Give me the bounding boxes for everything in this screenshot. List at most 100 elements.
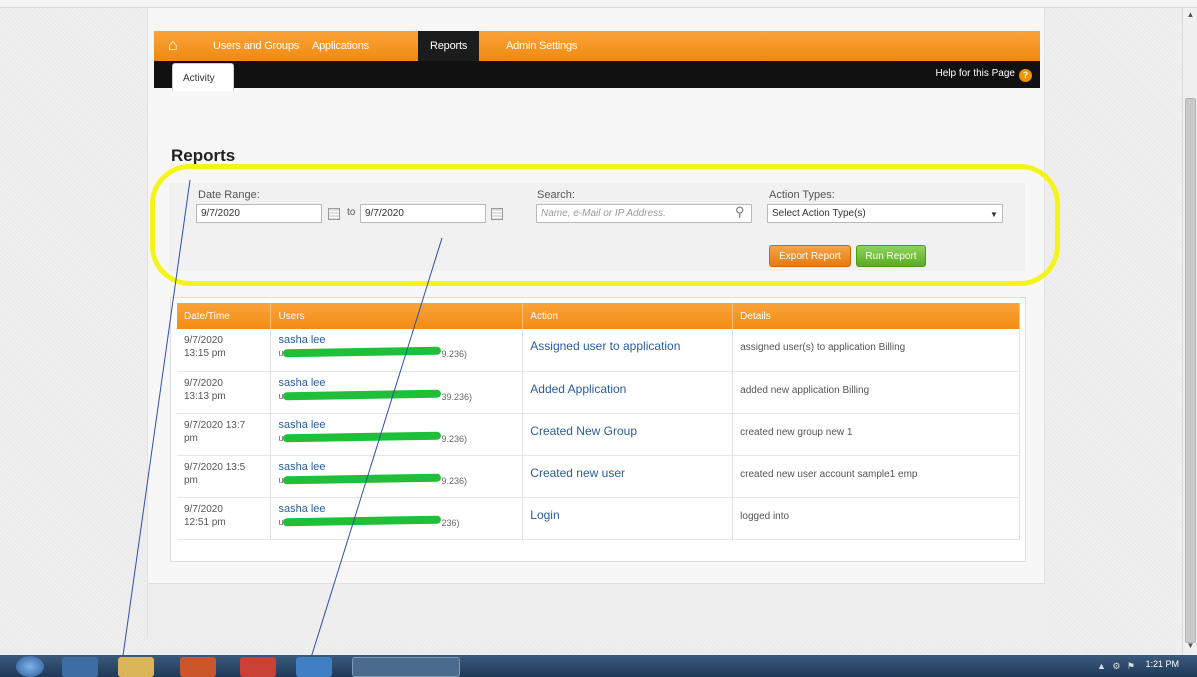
- details-cell: logged into: [732, 497, 1020, 539]
- ie-icon[interactable]: [62, 657, 98, 677]
- help-label: Help for this Page: [935, 68, 1016, 79]
- action-types-select[interactable]: Select Action Type(s): [767, 204, 1003, 223]
- explorer-icon[interactable]: [118, 657, 154, 677]
- user-ip-suffix: 236): [441, 517, 460, 528]
- media-player-icon[interactable]: [180, 657, 216, 677]
- scroll-up-icon[interactable]: ▲: [1183, 10, 1197, 22]
- page-footer: [148, 583, 1046, 638]
- activity-table-container: Date/Time Users Action Details 9/7/2020 1…: [170, 297, 1026, 562]
- date-time-cell: 9/7/2020 12:51 pm: [177, 497, 272, 539]
- vertical-scrollbar[interactable]: ▲ ▼: [1182, 8, 1197, 655]
- nav-admin-settings[interactable]: Admin Settings: [506, 31, 577, 61]
- taskbar-window-button[interactable]: [352, 657, 460, 677]
- users-cell: sasha lee u 9.236): [270, 329, 524, 371]
- export-report-button[interactable]: Export Report: [769, 245, 851, 267]
- action-cell[interactable]: Created New Group: [522, 413, 734, 455]
- scroll-down-icon[interactable]: ▼: [1183, 641, 1197, 653]
- top-nav: ⌂ Users and Groups Applications Reports …: [154, 31, 1040, 61]
- date-time-cell: 9/7/2020 13:13 pm: [177, 371, 272, 413]
- search-input[interactable]: Name, e-Mail or IP Address.: [536, 204, 752, 223]
- users-cell: sasha leeura9.236): [270, 455, 524, 497]
- windows-taskbar: ▲ ⚙ ⚑ 1:21 PM: [0, 655, 1197, 677]
- time-text: 13:15 pm: [184, 348, 226, 359]
- firefox-icon[interactable]: [296, 657, 332, 677]
- user-email-ip: ura9.236): [278, 473, 515, 487]
- start-button[interactable]: [16, 656, 44, 677]
- date-to-input[interactable]: 9/7/2020: [360, 204, 486, 223]
- sub-nav: Activity Help for this Page?: [154, 61, 1040, 91]
- action-cell[interactable]: Created new user: [522, 455, 734, 497]
- search-label: Search:: [537, 189, 575, 201]
- user-email-ip: u 9.236): [278, 346, 515, 360]
- date-time-cell: 9/7/2020 13:15 pm: [177, 329, 272, 371]
- home-icon[interactable]: ⌂: [168, 37, 186, 55]
- user-link[interactable]: sasha lee: [278, 461, 515, 474]
- nav-users-and-groups[interactable]: Users and Groups: [213, 31, 299, 61]
- column-header-users[interactable]: Users: [270, 303, 524, 329]
- table-row: 9/7/2020 13:7 pm sasha lee u 9.236) Created…: [177, 413, 1020, 455]
- chevron-down-icon: ▼: [990, 210, 998, 219]
- time-text: 13:13 pm: [184, 390, 226, 402]
- help-link[interactable]: Help for this Page?: [935, 68, 1032, 82]
- to-label: to: [347, 207, 356, 218]
- time-text: 12:51 pm: [184, 516, 226, 528]
- help-icon: ?: [1019, 69, 1032, 82]
- browser-top-edge: [0, 0, 1197, 8]
- redaction-mark: [283, 473, 442, 484]
- user-link[interactable]: sasha lee: [278, 334, 515, 347]
- date-time-cell: 9/7/2020 13:7 pm: [177, 413, 272, 455]
- user-ip-suffix: 9.236): [441, 475, 467, 486]
- app-page: ⌂ Users and Groups Applications Reports …: [147, 8, 1046, 638]
- details-cell: created new user account sample1 emp: [732, 455, 1020, 497]
- details-cell: created new group new 1: [732, 413, 1020, 455]
- system-tray: ▲ ⚙ ⚑: [1096, 661, 1137, 671]
- action-cell[interactable]: Added Application: [522, 371, 734, 413]
- redaction-mark: [283, 346, 442, 358]
- user-email-ip: u 39.236): [278, 389, 515, 403]
- action-cell[interactable]: Login: [522, 497, 734, 539]
- redaction-mark: [283, 515, 442, 526]
- time-text: pm: [184, 432, 198, 444]
- table-row: 9/7/2020 13:13 pm sasha lee u 39.236) Added…: [177, 371, 1020, 413]
- tab-activity[interactable]: Activity: [172, 63, 234, 91]
- user-email-ip: ura236): [278, 515, 515, 529]
- page-title: Reports: [171, 146, 236, 165]
- activity-table: Date/Time Users Action Details 9/7/2020 1…: [177, 303, 1020, 540]
- scroll-thumb[interactable]: [1185, 98, 1196, 643]
- user-ip-suffix: 9.236): [441, 349, 467, 359]
- date-text: 9/7/2020: [184, 335, 223, 346]
- table-row: 9/7/2020 13:5pm sasha leeura9.236) Creat…: [177, 455, 1020, 497]
- time-text: pm: [184, 474, 198, 486]
- date-text: 9/7/2020: [184, 503, 223, 515]
- column-header-details[interactable]: Details: [732, 303, 1020, 329]
- calendar-icon[interactable]: [328, 208, 340, 220]
- column-header-action[interactable]: Action: [522, 303, 734, 329]
- user-link[interactable]: sasha lee: [278, 503, 515, 516]
- users-cell: sasha lee u 39.236): [270, 371, 524, 413]
- report-filters: Date Range: 9/7/2020 to 9/7/2020 Search:…: [169, 183, 1025, 271]
- action-cell[interactable]: Assigned user to application: [522, 329, 734, 371]
- taskbar-clock: 1:21 PM: [1145, 659, 1179, 669]
- details-cell: assigned user(s) to application Billing: [732, 329, 1020, 371]
- calendar-icon[interactable]: [491, 208, 503, 220]
- table-row: 9/7/202012:51 pm sasha leeura236) Login …: [177, 497, 1020, 539]
- user-ip-suffix: 39.236): [441, 391, 472, 402]
- chrome-icon[interactable]: [240, 657, 276, 677]
- users-cell: sasha lee u 9.236): [270, 413, 524, 455]
- details-cell: added new application Billing: [732, 371, 1020, 413]
- user-ip-suffix: 9.236): [441, 433, 467, 444]
- nav-applications[interactable]: Applications: [312, 31, 369, 61]
- date-text: 9/7/2020 13:5: [184, 461, 246, 473]
- date-time-cell: 9/7/2020 13:5 pm: [177, 455, 272, 497]
- user-link[interactable]: sasha lee: [278, 419, 515, 432]
- date-from-input[interactable]: 9/7/2020: [196, 204, 322, 223]
- user-email-ip: u 9.236): [278, 431, 515, 445]
- column-header-date-time[interactable]: Date/Time: [177, 303, 272, 329]
- run-report-button[interactable]: Run Report: [856, 245, 926, 267]
- search-icon[interactable]: ⚲: [735, 204, 745, 220]
- redaction-mark: [283, 431, 442, 442]
- user-link[interactable]: sasha lee: [278, 377, 515, 390]
- redaction-mark: [283, 389, 442, 400]
- nav-reports[interactable]: Reports: [418, 31, 480, 61]
- date-text: 9/7/2020: [184, 377, 223, 389]
